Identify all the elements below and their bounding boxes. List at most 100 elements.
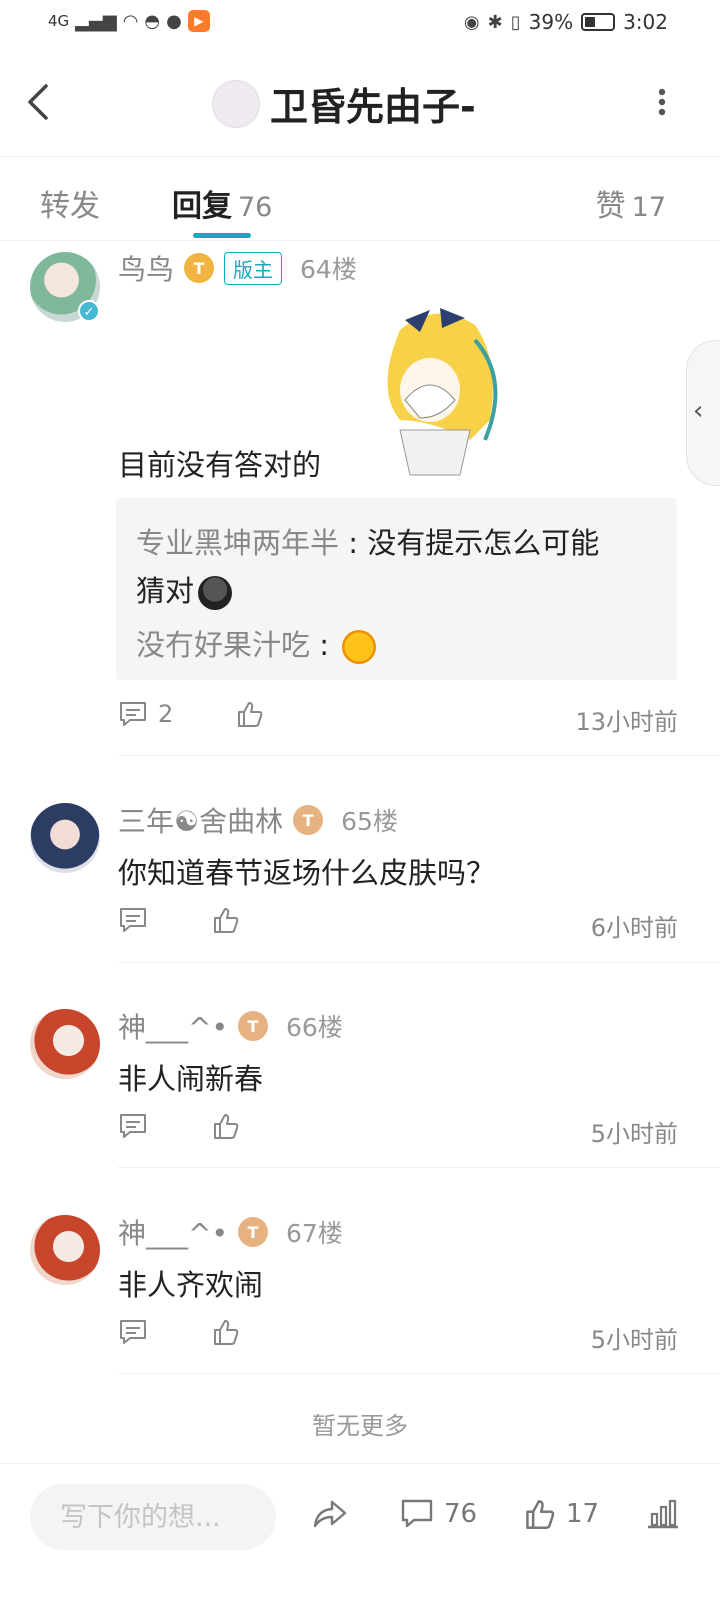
subreply-box[interactable]: 专业黑坤两年半 : 没有提示怎么可能 猜对 没冇好果汁吃 : <box>116 498 677 680</box>
share-icon <box>313 1500 347 1528</box>
thumbs-up-icon <box>526 1500 555 1529</box>
reply-button[interactable]: 2 <box>118 700 173 728</box>
dark-face-emoji-icon <box>198 576 233 610</box>
comment-icon <box>120 702 146 726</box>
comment-count: 76 <box>444 1499 478 1529</box>
back-button[interactable] <box>26 82 50 122</box>
battery-percent: 39% <box>528 10 574 34</box>
reply-button[interactable] <box>118 1112 148 1140</box>
username[interactable]: 鸟鸟 <box>118 248 174 288</box>
level-badge: T <box>293 805 324 835</box>
chevron-left-icon <box>28 84 48 120</box>
stats-button[interactable] <box>646 1498 680 1530</box>
comment-icon <box>120 908 146 932</box>
reply-button[interactable] <box>118 906 148 934</box>
timestamp: 5小时前 <box>590 1120 678 1148</box>
comment-text: 非人齐欢闹 <box>118 1268 264 1302</box>
floor-number: 66楼 <box>285 1013 343 1042</box>
author-avatar[interactable] <box>212 79 260 128</box>
comment-input[interactable] <box>30 1484 276 1550</box>
tab-reply-count: 76 <box>238 192 273 223</box>
floor-number: 64楼 <box>300 255 357 284</box>
comment-divider <box>118 755 720 756</box>
bar-chart-icon <box>648 1499 678 1529</box>
status-left: 4G ▂▄▆ ◠ ◓ ● ▶ <box>48 10 210 32</box>
tab-forward[interactable]: 转发 <box>40 181 100 225</box>
sticker-image[interactable] <box>360 300 510 480</box>
title-block[interactable]: 卫昏先由子- <box>212 76 476 131</box>
clock: 3:02 <box>623 10 668 34</box>
subreply-name[interactable]: 专业黑坤两年半 <box>136 526 339 560</box>
like-button[interactable] <box>236 700 264 728</box>
wifi-icon: ◠ <box>122 10 139 32</box>
comment-actions: 6小时前 <box>118 906 678 946</box>
like-button[interactable] <box>212 906 240 934</box>
username[interactable]: 神___^• <box>118 1006 228 1046</box>
username[interactable]: 神___^• <box>118 1212 228 1252</box>
network-type: 4G <box>48 12 70 30</box>
more-vertical-icon <box>658 88 666 116</box>
avatar[interactable] <box>30 1009 100 1079</box>
tab-like-count: 17 <box>631 192 666 223</box>
comment-actions: 5小时前 <box>118 1318 678 1358</box>
reply-button[interactable] <box>118 1318 148 1346</box>
subreply-item: 没冇好果汁吃 : <box>136 622 377 664</box>
comment-actions: 5小时前 <box>118 1112 678 1152</box>
like-count-button[interactable]: 17 <box>524 1498 599 1530</box>
tab-like-label: 赞 <box>595 189 626 224</box>
tab-like[interactable]: 赞 17 <box>596 181 666 225</box>
header-divider <box>0 156 720 157</box>
comment-meta: 神___^• T 67楼 <box>118 1212 343 1252</box>
comment-text: 目前没有答对的 <box>118 448 322 482</box>
moderator-badge: 版主 <box>224 251 283 285</box>
thumbs-up-icon <box>214 1114 239 1139</box>
level-badge: T <box>237 1217 268 1247</box>
floor-number: 67楼 <box>285 1219 343 1248</box>
username[interactable]: 三年☯舍曲林 <box>118 800 283 840</box>
app-notification-icon: ▶ <box>187 10 210 32</box>
chevron-left-icon: ‹ <box>693 396 704 426</box>
status-bar: 4G ▂▄▆ ◠ ◓ ● ▶ ◉ ✱ ▯ 39% 3:02 <box>0 0 720 50</box>
floor-number: 65楼 <box>341 807 398 836</box>
like-button[interactable] <box>212 1318 240 1346</box>
wechat-icon: ● <box>166 10 182 32</box>
avatar[interactable] <box>30 803 100 873</box>
like-count: 17 <box>566 1499 600 1529</box>
active-tab-indicator <box>193 233 251 238</box>
comment-count-button[interactable]: 76 <box>400 1498 477 1530</box>
comment-divider <box>118 1373 720 1374</box>
subreply-text: 没有提示怎么可能 <box>367 526 600 560</box>
share-button[interactable] <box>312 1498 348 1530</box>
eye-icon: ◉ <box>463 11 480 33</box>
tab-reply-label: 回复 <box>172 189 232 224</box>
timestamp: 5小时前 <box>590 1326 678 1354</box>
subreply-text-cont: 猜对 <box>136 574 195 608</box>
no-more-text: 暂无更多 <box>312 1412 408 1440</box>
comment-text: 非人闹新春 <box>118 1062 264 1096</box>
subreply-sep: : <box>310 628 339 662</box>
comment-meta: 神___^• T 66楼 <box>118 1006 343 1046</box>
thumbs-up-icon <box>214 1320 239 1345</box>
page-title: 卫昏先由子- <box>270 85 476 129</box>
vibrate-icon: ▯ <box>510 11 521 33</box>
subreply-sep: : <box>339 526 368 560</box>
comment-meta: 三年☯舍曲林 T 65楼 <box>118 800 398 840</box>
tabs-divider <box>0 240 720 241</box>
subreply-name[interactable]: 没冇好果汁吃 <box>136 628 310 662</box>
reply-count: 2 <box>158 700 174 728</box>
level-badge: T <box>237 1011 268 1041</box>
comment-icon <box>120 1114 146 1138</box>
avatar[interactable] <box>30 1215 100 1285</box>
comment-icon <box>401 1499 433 1528</box>
tab-reply[interactable]: 回复 76 <box>172 181 272 225</box>
tab-forward-label: 转发 <box>40 189 100 224</box>
verified-icon: ✓ <box>78 300 100 322</box>
bottom-bar: 76 17 <box>0 1463 720 1600</box>
like-button[interactable] <box>212 1112 240 1140</box>
notification-icon: ◓ <box>144 10 161 32</box>
more-button[interactable] <box>658 88 666 116</box>
signal-icon: ▂▄▆ <box>75 10 117 32</box>
side-drawer-handle[interactable]: ‹ <box>686 340 720 486</box>
comment-divider <box>118 1167 720 1168</box>
comment-text: 你知道春节返场什么皮肤吗？ <box>118 856 496 890</box>
